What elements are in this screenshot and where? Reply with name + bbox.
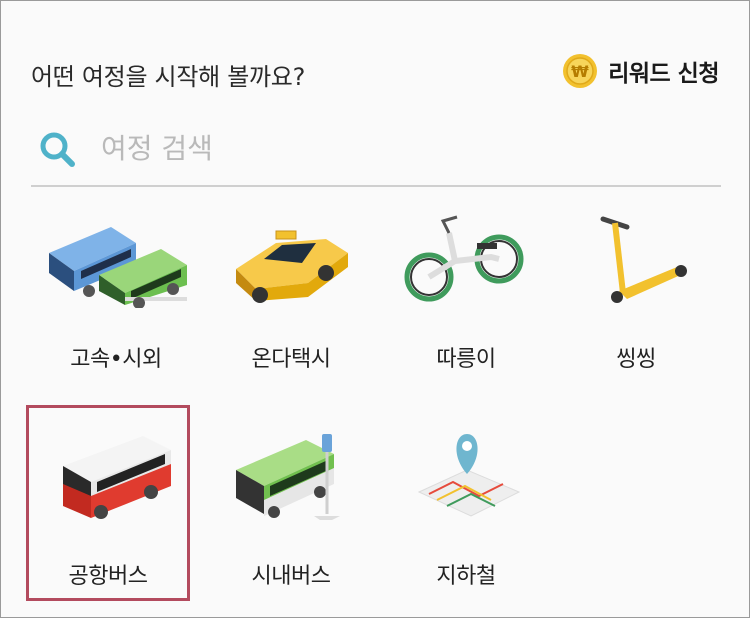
header: 어떤 여정을 시작해 볼까요? ₩ 리워드 신청 <box>31 53 719 93</box>
mode-label: 시내버스 <box>251 564 331 589</box>
mode-label: 고속•시외 <box>70 347 162 372</box>
mode-label: 지하철 <box>436 564 496 589</box>
won-coin-icon: ₩ <box>563 54 598 88</box>
mode-label: 온다택시 <box>251 347 331 372</box>
search-icon <box>40 132 75 167</box>
mode-airport-bus[interactable]: 공항버스 <box>28 426 188 616</box>
bicycle-icon <box>404 215 524 302</box>
taxi-icon <box>236 230 348 303</box>
city-bus-icon <box>236 434 340 520</box>
subway-map-icon <box>417 434 521 517</box>
intercity-bus-icon <box>49 227 187 308</box>
airport-bus-icon <box>63 436 171 519</box>
mode-ddareungi[interactable]: 따릉이 <box>386 213 546 403</box>
journey-question: 어떤 여정을 시작해 볼까요? <box>31 63 306 91</box>
mode-subway[interactable]: 지하철 <box>386 426 546 616</box>
mode-label: 공항버스 <box>68 564 148 589</box>
search-input[interactable] <box>99 127 703 169</box>
mode-intercity-bus[interactable]: 고속•시외 <box>36 213 196 403</box>
kick-scooter-icon <box>600 216 687 303</box>
mode-ssingssing[interactable]: 씽씽 <box>556 213 716 403</box>
reward-request-button[interactable]: ₩ 리워드 신청 <box>562 53 719 89</box>
journey-panel: 어떤 여정을 시작해 볼까요? ₩ 리워드 신청 여정 검색 고속•시외 온다택… <box>0 0 750 618</box>
mode-label: 따릉이 <box>436 347 496 372</box>
mode-label: 씽씽 <box>616 347 656 372</box>
coin-symbol: ₩ <box>571 62 589 81</box>
mode-city-bus[interactable]: 시내버스 <box>211 426 371 616</box>
reward-label: 리워드 신청 <box>608 61 719 87</box>
mode-onda-taxi[interactable]: 온다택시 <box>211 213 371 403</box>
search-bar[interactable] <box>31 119 721 187</box>
